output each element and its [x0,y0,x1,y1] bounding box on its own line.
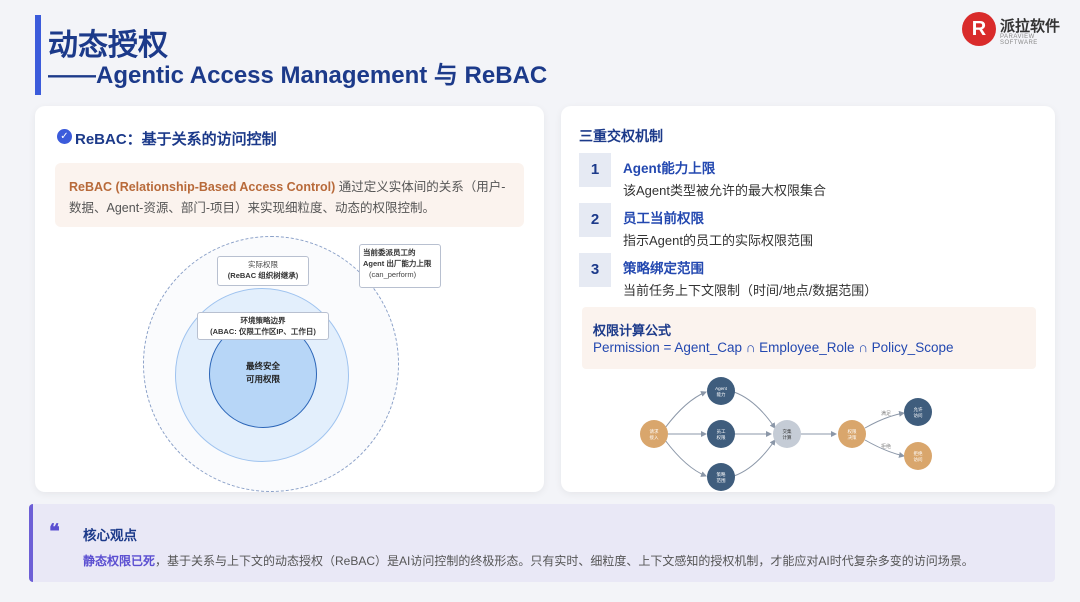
edge-start-agent [664,391,707,429]
check-circle-icon: ✓ [57,129,72,144]
triple-auth-card: 三重交权机制 1 Agent能力上限 该Agent类型被允许的最大权限集合 2 … [561,106,1055,492]
permission-flow-diagram: 满足 拒绝 请求 接入 Agent 能力 员工 权限 策略 范围 交集 计算 权… [640,377,932,491]
rebac-definition: ReBAC (Relationship-Based Access Control… [55,163,524,227]
edge-policy-compute [733,439,776,477]
item-number-2: 2 [579,203,611,237]
flow-node-compute-line2: 计算 [783,434,792,441]
core-insight-strong: 静态权限已死 [83,554,156,568]
flow-node-agent: Agent 能力 [707,377,735,405]
actual-permission-tag: 实际权限 (ReBAC 组织树继承) [217,256,309,286]
flow-node-deny: 拒绝 访问 [904,442,932,470]
item-title-2: 员工当前权限 [623,211,704,226]
flow-node-decision-line2: 决策 [848,434,857,441]
agent-capability-tag: 当前委派员工的 Agent 出厂能力上限 (can_perform) [359,244,441,288]
flow-node-policy-line1: 策略 [717,471,726,478]
formula-title: 权限计算公式 [593,323,672,338]
final-permission-line1: 最终安全 [245,361,280,371]
title-accent-bar [35,15,41,95]
flow-node-start-line1: 请求 [650,428,659,435]
flow-node-agent-line2: 能力 [717,391,726,398]
logo-tagline: PARAVIEW SOFTWARE [1000,34,1038,46]
flow-node-employee: 员工 权限 [707,420,735,448]
triple-auth-heading: 三重交权机制 [579,128,663,144]
flow-node-compute-line1: 交集 [783,428,792,435]
environment-policy-tag: 环境策略边界 (ABAC: 仅限工作区IP、工作日) [197,312,329,340]
flow-node-compute: 交集 计算 [773,420,801,448]
item-number-1: 1 [579,153,611,187]
edge-label-deny: 拒绝 [881,443,891,450]
flow-node-deny-line1: 拒绝 [914,450,923,456]
formula-box: 权限计算公式 Permission = Agent_Cap ∩ Employee… [582,307,1036,369]
core-insight-callout: ❝ 核心观点 静态权限已死，基于关系与上下文的动态授权（ReBAC）是AI访问控… [29,504,1055,582]
edge-agent-compute [733,391,776,429]
page-subtitle: ——Agentic Access Management 与 ReBAC [48,62,548,89]
flow-node-policy-line2: 范围 [717,477,726,484]
item-desc-2: 指示Agent的员工的实际权限范围 [623,233,813,248]
flow-node-start: 请求 接入 [640,420,668,448]
final-permission-label: 最终安全 可用权限 [209,360,317,386]
item-title-3: 策略绑定范围 [623,261,704,276]
rebac-heading: ReBAC：基于关系的访问控制 [75,131,277,148]
flow-node-deny-line2: 访问 [914,456,923,463]
final-permission-line2: 可用权限 [245,374,280,384]
edge-label-allow: 满足 [881,410,891,417]
flow-node-start-line2: 接入 [650,434,659,441]
environment-policy-sub: (ABAC: 仅限工作区IP、工作日) [210,327,316,336]
edge-start-policy [664,439,707,477]
item-title-1: Agent能力上限 [623,161,716,176]
logo-name: 派拉软件 [1000,18,1061,35]
rebac-term: ReBAC (Relationship-Based Access Control… [69,180,336,194]
core-insight-text: 静态权限已死，基于关系与上下文的动态授权（ReBAC）是AI访问控制的终极形态。… [83,552,974,569]
actual-permission-sub: (ReBAC 组织树继承) [227,271,299,280]
item-desc-1: 该Agent类型被允许的最大权限集合 [623,183,826,198]
rebac-card: ✓ ReBAC：基于关系的访问控制 ReBAC (Relationship-Ba… [35,106,544,492]
item-desc-3: 当前任务上下文限制（时间/地点/数据范围） [623,283,878,298]
quote-icon: ❝ [49,519,60,543]
agent-capability-line3: (can_perform) [369,270,417,279]
logo-mark-icon: R [962,12,996,46]
agent-capability-line2: Agent 出厂能力上限 [363,259,432,268]
actual-permission-title: 实际权限 [248,260,278,269]
core-insight-rest: ，基于关系与上下文的动态授权（ReBAC）是AI访问控制的终极形态。只有实时、细… [155,554,974,568]
environment-policy-title: 环境策略边界 [240,316,286,325]
flow-node-agent-line1: Agent [715,386,728,391]
agent-capability-line1: 当前委派员工的 [363,248,416,257]
flow-node-policy: 策略 范围 [707,463,735,491]
company-logo: R 派拉软件 PARAVIEW SOFTWARE [962,12,1066,46]
flow-node-allow: 允许 访问 [904,398,932,426]
flow-node-allow-line2: 访问 [914,412,923,419]
flow-node-employee-line2: 权限 [717,434,726,441]
flow-node-decision-line1: 权限 [848,428,857,435]
flow-node-allow-line1: 允许 [914,406,923,413]
flow-node-decision: 权限 决策 [838,420,866,448]
core-insight-heading: 核心观点 [83,528,137,543]
formula-text: Permission = Agent_Cap ∩ Employee_Role ∩… [593,340,954,355]
item-number-3: 3 [579,253,611,287]
